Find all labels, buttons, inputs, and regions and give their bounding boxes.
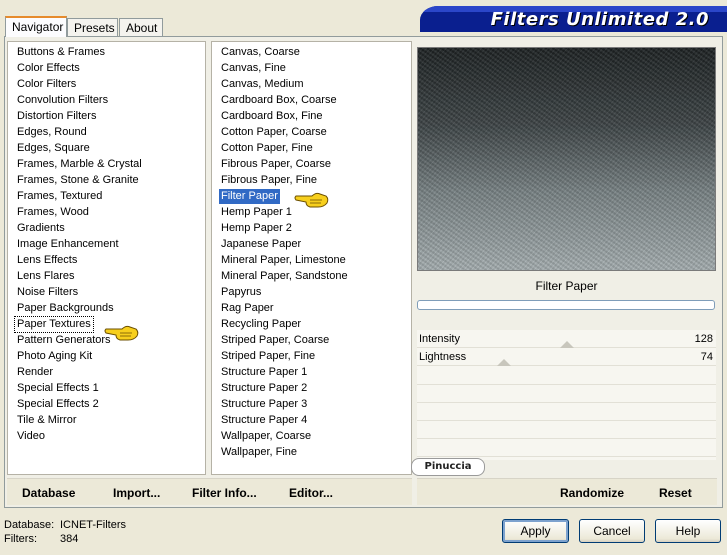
filter-list-item[interactable]: Structure Paper 4 xyxy=(219,413,309,428)
filter-info-link[interactable]: Filter Info... xyxy=(192,486,257,500)
editor-link[interactable]: Editor... xyxy=(289,486,333,500)
param-value: 74 xyxy=(700,351,713,363)
tab-navigator[interactable]: Navigator xyxy=(5,16,67,37)
parameter-area: Intensity 128 Lightness 74 xyxy=(417,330,716,460)
app-title-banner: Filters Unlimited 2.0 xyxy=(420,6,727,32)
category-list-item[interactable]: Frames, Stone & Granite xyxy=(15,173,141,188)
filter-list-item[interactable]: Cotton Paper, Coarse xyxy=(219,125,329,140)
selected-filter-name: Filter Paper xyxy=(535,279,598,293)
filter-list-item[interactable]: Wallpaper, Coarse xyxy=(219,429,313,444)
filter-list-item[interactable]: Wallpaper, Fine xyxy=(219,445,299,460)
filter-list-item[interactable]: Fibrous Paper, Coarse xyxy=(219,157,333,172)
category-list-item[interactable]: Render xyxy=(15,365,55,380)
filter-list-item[interactable]: Striped Paper, Coarse xyxy=(219,333,331,348)
apply-button[interactable]: Apply xyxy=(502,519,569,543)
category-list-item[interactable]: Color Effects xyxy=(15,61,82,76)
app-title: Filters Unlimited 2.0 xyxy=(490,9,709,30)
category-list-item[interactable]: Lens Effects xyxy=(15,253,79,268)
param-label: Intensity xyxy=(419,333,460,345)
filter-list-item[interactable]: Hemp Paper 1 xyxy=(219,205,294,220)
param-empty-row xyxy=(417,367,716,385)
status-filters-value: 384 xyxy=(60,533,79,545)
filter-list-item[interactable]: Hemp Paper 2 xyxy=(219,221,294,236)
filter-list-item[interactable]: Structure Paper 2 xyxy=(219,381,309,396)
category-list-item[interactable]: Frames, Textured xyxy=(15,189,104,204)
category-list-item[interactable]: Frames, Marble & Crystal xyxy=(15,157,144,172)
param-empty-row xyxy=(417,403,716,421)
status-filters-label: Filters: xyxy=(4,533,37,545)
progress-bar xyxy=(417,300,715,310)
status-database: Database: ICNET-Filters xyxy=(4,519,126,531)
status-filters: Filters: 384 xyxy=(4,533,78,545)
filter-list-item[interactable]: Structure Paper 1 xyxy=(219,365,309,380)
category-list-item[interactable]: Paper Textures xyxy=(14,316,94,333)
param-empty-row xyxy=(417,421,716,439)
param-value: 128 xyxy=(694,333,713,345)
randomize-link[interactable]: Randomize xyxy=(560,486,624,500)
tab-presets[interactable]: Presets xyxy=(67,18,118,36)
filter-list-item[interactable]: Canvas, Fine xyxy=(219,61,288,76)
filter-list-item[interactable]: Mineral Paper, Limestone xyxy=(219,253,348,268)
pointing-hand-icon xyxy=(294,192,329,208)
preview-link-bar: Randomize Reset xyxy=(417,478,717,505)
param-label: Lightness xyxy=(419,351,467,363)
category-list-item[interactable]: Gradients xyxy=(15,221,67,236)
filter-list-item[interactable]: Cardboard Box, Fine xyxy=(219,109,325,124)
reset-link[interactable]: Reset xyxy=(659,486,692,500)
category-list-item[interactable]: Video xyxy=(15,429,47,444)
param-lightness[interactable]: Lightness 74 xyxy=(417,348,716,366)
param-empty-row xyxy=(417,385,716,403)
filter-list-item[interactable]: Cotton Paper, Fine xyxy=(219,141,315,156)
preview-image xyxy=(417,47,716,271)
filter-list-item[interactable]: Canvas, Coarse xyxy=(219,45,302,60)
category-list-item[interactable]: Convolution Filters xyxy=(15,93,110,108)
category-list-item[interactable]: Paper Backgrounds xyxy=(15,301,116,316)
param-empty-row xyxy=(417,439,716,457)
category-list-item[interactable]: Buttons & Frames xyxy=(15,45,107,60)
category-list-item[interactable]: Special Effects 1 xyxy=(15,381,101,396)
category-list-item[interactable]: Noise Filters xyxy=(15,285,80,300)
import-link[interactable]: Import... xyxy=(113,486,160,500)
filter-list-item[interactable]: Striped Paper, Fine xyxy=(219,349,317,364)
filter-list-item[interactable]: Structure Paper 3 xyxy=(219,397,309,412)
slider-thumb[interactable] xyxy=(560,341,574,348)
slider-thumb[interactable] xyxy=(497,359,511,366)
filter-list-item[interactable]: Mineral Paper, Sandstone xyxy=(219,269,350,284)
category-list-item[interactable]: Frames, Wood xyxy=(15,205,91,220)
category-list-item[interactable]: Edges, Square xyxy=(15,141,92,156)
category-list-item[interactable]: Image Enhancement xyxy=(15,237,121,252)
database-link[interactable]: Database xyxy=(22,486,75,500)
category-list[interactable]: Buttons & Frames Color Effects Color Filte… xyxy=(7,41,206,475)
filter-list-item[interactable]: Rag Paper xyxy=(219,301,276,316)
category-list-item[interactable]: Edges, Round xyxy=(15,125,89,140)
filter-list-item[interactable]: Canvas, Medium xyxy=(219,77,306,92)
watermark-logo: Pinuccia xyxy=(411,458,485,476)
filter-list-item[interactable]: Fibrous Paper, Fine xyxy=(219,173,319,188)
category-list-item[interactable]: Distortion Filters xyxy=(15,109,98,124)
filter-list-item[interactable]: Japanese Paper xyxy=(219,237,303,252)
navigator-link-bar: Database Import... Filter Info... Editor… xyxy=(7,478,412,505)
category-list-item[interactable]: Special Effects 2 xyxy=(15,397,101,412)
filter-list-item[interactable]: Cardboard Box, Coarse xyxy=(219,93,339,108)
filter-list-item[interactable]: Papyrus xyxy=(219,285,263,300)
status-database-value: ICNET-Filters xyxy=(60,519,126,531)
category-list-item[interactable]: Photo Aging Kit xyxy=(15,349,94,364)
pointing-hand-icon xyxy=(104,325,139,341)
cancel-button[interactable]: Cancel xyxy=(579,519,645,543)
param-intensity[interactable]: Intensity 128 xyxy=(417,330,716,348)
help-button[interactable]: Help xyxy=(655,519,721,543)
category-list-item[interactable]: Color Filters xyxy=(15,77,78,92)
category-list-item[interactable]: Lens Flares xyxy=(15,269,76,284)
category-list-item[interactable]: Tile & Mirror xyxy=(15,413,78,428)
category-list-item[interactable]: Pattern Generators xyxy=(15,333,113,348)
filter-list-item[interactable]: Filter Paper xyxy=(219,189,280,204)
tab-about[interactable]: About xyxy=(119,18,163,36)
status-database-label: Database: xyxy=(4,519,55,531)
filter-list[interactable]: Canvas, Coarse Canvas, Fine Canvas, Medium… xyxy=(211,41,412,475)
filter-list-item[interactable]: Recycling Paper xyxy=(219,317,303,332)
